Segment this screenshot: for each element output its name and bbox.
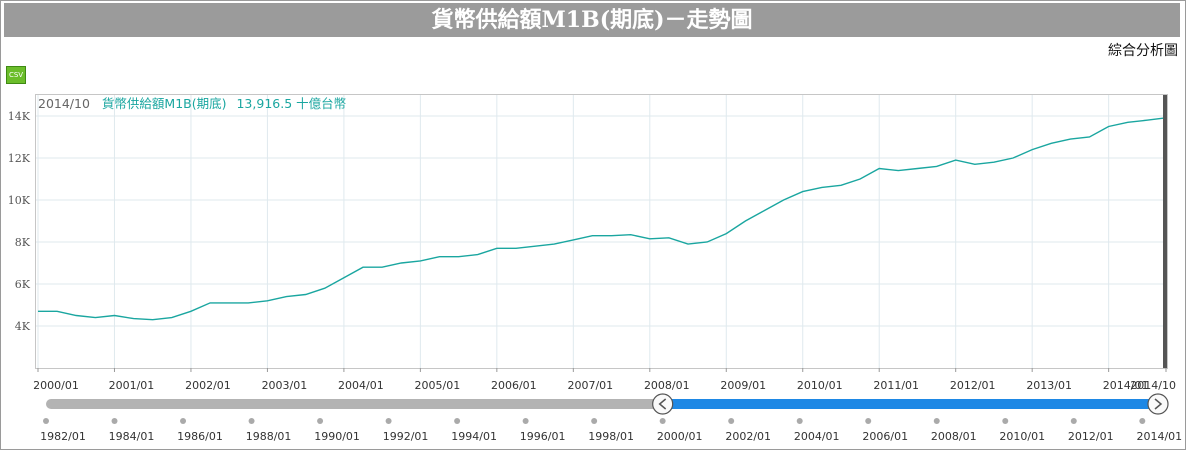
current-position-marker: [1163, 95, 1167, 368]
navigator-tick-label: 2014/01: [1136, 430, 1182, 443]
navigator-tick-dot: [728, 418, 735, 424]
navigator-tick-label: 1996/01: [520, 430, 566, 443]
x-tick-label: 2011/01: [873, 379, 919, 392]
navigator-tick-label: 2006/01: [862, 430, 908, 443]
readout-value: 13,916.5: [236, 96, 292, 111]
x-tick-label: 2000/01: [33, 379, 79, 392]
navigator-tick-label: 1986/01: [177, 430, 223, 443]
y-tick-label: 10K: [8, 194, 31, 207]
navigator-selected-range[interactable]: [662, 399, 1160, 409]
navigator-tick-dot: [865, 418, 872, 424]
y-tick-label: 14K: [8, 110, 31, 123]
x-tick-label: 2010/01: [797, 379, 843, 392]
svg-text:2014/10 貨幣供給額M1B(期底) 1: 2014/10 貨幣供給額M1B(期底) 13,916.5 十億台幣: [38, 96, 346, 111]
navigator-right-handle[interactable]: [1147, 393, 1169, 415]
x-tick-label: 2009/01: [720, 379, 766, 392]
y-tick-label: 6K: [15, 278, 31, 291]
x-tick-label: 2003/01: [262, 379, 308, 392]
navigator-tick-dot: [591, 418, 598, 424]
x-tick-label: 2001/01: [109, 379, 155, 392]
readout-unit: 十億台幣: [296, 96, 346, 111]
x-tick-label: 2013/01: [1026, 379, 1072, 392]
navigator-tick-dot: [522, 418, 529, 424]
navigator-tick-label: 2008/01: [931, 430, 977, 443]
x-tick-label: 2014/10: [1130, 379, 1176, 392]
series-line-m1b: [38, 117, 1167, 321]
y-tick-label: 8K: [15, 236, 31, 249]
grid: [36, 95, 1166, 368]
navigator-tick-dot: [385, 418, 392, 424]
x-tick-label: 2004/01: [338, 379, 384, 392]
navigator-tick-label: 1982/01: [40, 430, 86, 443]
y-tick-label: 12K: [8, 152, 31, 165]
navigator-left-handle[interactable]: [652, 393, 674, 415]
navigator-tick-dot: [111, 418, 118, 424]
x-tick-label: 2006/01: [491, 379, 537, 392]
navigator-tick-dot: [1002, 418, 1009, 424]
navigator-tick-dot: [43, 418, 49, 424]
navigator-tick-dot: [248, 418, 255, 424]
readout-series-name: 貨幣供給額M1B(期底): [102, 96, 227, 111]
range-navigator[interactable]: 1982/01 1984/01 1986/01 1988/01 1990/01 1992/…: [40, 393, 1182, 443]
navigator-tick-label: 1992/01: [383, 430, 429, 443]
navigator-tick-dot: [1070, 418, 1077, 424]
x-axis: 2000/01 2001/01 2002/01 2003/01 2004/01 2005/…: [33, 368, 1176, 392]
navigator-tick-dot: [180, 418, 187, 424]
x-tick-label: 2012/01: [950, 379, 996, 392]
navigator-tick-dot: [454, 418, 461, 424]
navigator-ticks: 1982/01 1984/01 1986/01 1988/01 1990/01 1992/…: [40, 418, 1182, 443]
y-tick-label: 4K: [15, 320, 31, 333]
navigator-tick-dot: [796, 418, 803, 424]
navigator-tick-label: 1990/01: [314, 430, 360, 443]
navigator-tick-dot: [933, 418, 940, 424]
navigator-tick-label: 2002/01: [725, 430, 771, 443]
navigator-tick-label: 1984/01: [109, 430, 155, 443]
x-tick-label: 2008/01: [644, 379, 690, 392]
navigator-tick-label: 2012/01: [1068, 430, 1114, 443]
x-tick-label: 2007/01: [567, 379, 613, 392]
readout-date: 2014/10: [38, 96, 90, 111]
navigator-tick-label: 1994/01: [451, 430, 497, 443]
navigator-tick-dot: [1139, 418, 1146, 424]
navigator-tick-dot: [317, 418, 324, 424]
y-axis: 4K 6K 8K 10K 12K 14K: [8, 110, 31, 333]
x-tick-label: 2002/01: [185, 379, 231, 392]
navigator-tick-dot: [659, 418, 666, 424]
navigator-tick-label: 1988/01: [246, 430, 292, 443]
navigator-tick-label: 2000/01: [657, 430, 703, 443]
plot-area: [35, 94, 1168, 369]
line-chart[interactable]: 4K6K8K10K12K14K 2000/01 2001/01 2002/01 200…: [0, 0, 1186, 450]
x-tick-label: 2005/01: [415, 379, 461, 392]
navigator-tick-label: 1998/01: [588, 430, 634, 443]
navigator-tick-label: 2004/01: [794, 430, 840, 443]
navigator-tick-label: 2010/01: [999, 430, 1045, 443]
